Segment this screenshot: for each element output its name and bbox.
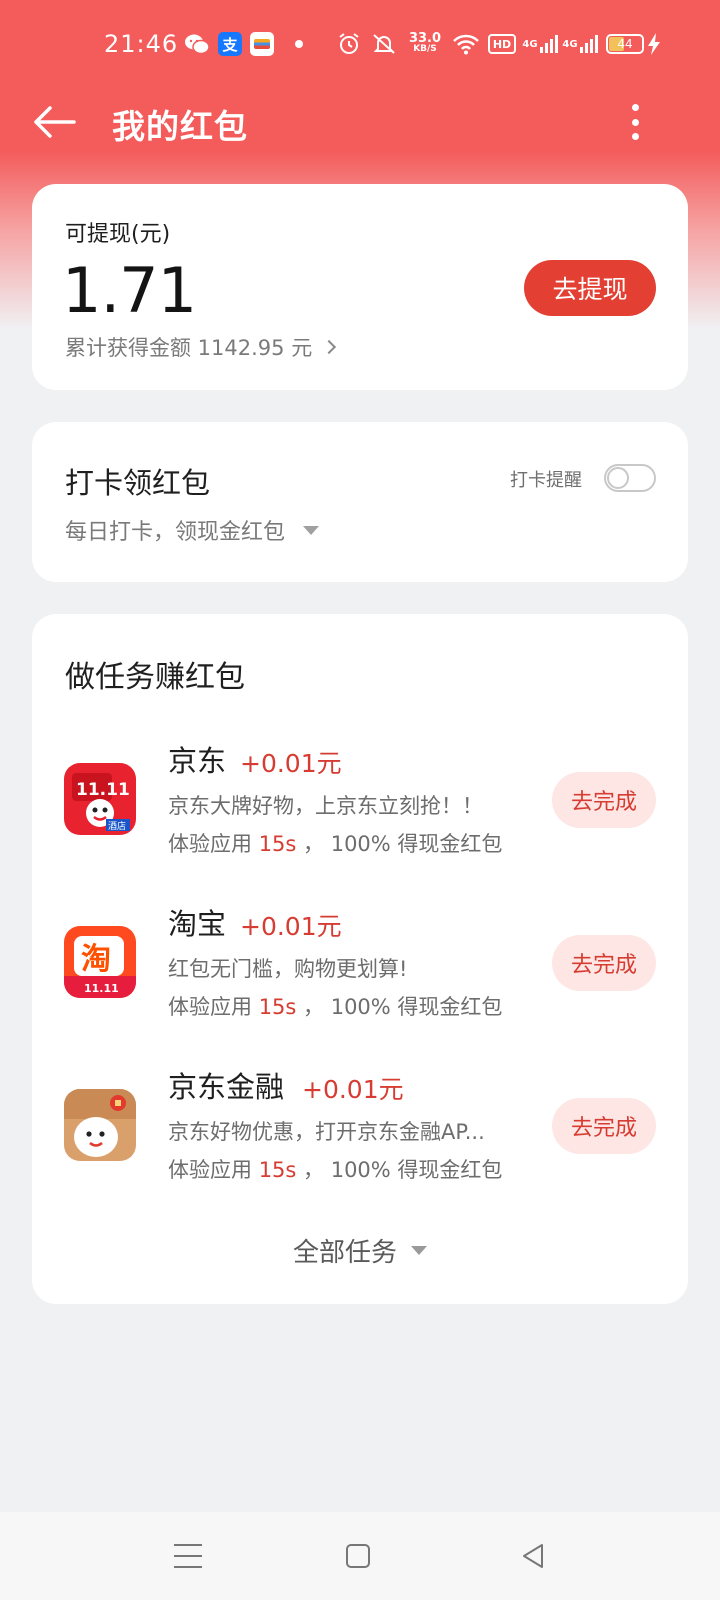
page-title: 我的红包 — [112, 107, 248, 146]
back-triangle-icon[interactable] — [518, 1540, 550, 1572]
task-meta: 体验应用 15s ， 100% 得现金红包 — [168, 991, 502, 1021]
task-reward: +0.01元 — [302, 1075, 404, 1104]
home-icon[interactable] — [346, 1544, 370, 1568]
jd-icon-badge: 酒店 — [108, 820, 126, 832]
withdraw-button[interactable]: 去提现 — [524, 260, 656, 316]
menu-icon[interactable] — [172, 1540, 204, 1572]
task-description: 京东大牌好物，上京东立刻抢！！ — [168, 794, 483, 818]
task-meta-prefix: 体验应用 — [168, 995, 259, 1019]
task-meta-prefix: 体验应用 — [168, 1158, 259, 1182]
total-earned-label: 累计获得金额 1142.95 元 — [65, 336, 313, 360]
taobao-icon-text: 淘 — [81, 942, 111, 977]
toggle-knob — [607, 467, 629, 489]
complete-task-button[interactable]: 去完成 — [552, 935, 656, 991]
total-earned-link[interactable]: 累计获得金额 1142.95 元 — [65, 332, 337, 362]
wallet-icon — [250, 32, 274, 56]
task-name: 淘宝 — [168, 907, 227, 941]
checkin-expand[interactable]: 每日打卡，领现金红包 — [65, 514, 320, 546]
mute-icon — [370, 32, 398, 56]
wifi-icon — [452, 32, 480, 56]
task-meta-suffix: ， 100% 得现金红包 — [296, 1158, 503, 1182]
caret-down-icon — [411, 1246, 427, 1255]
task-duration: 15s — [258, 1158, 297, 1182]
charging-icon — [646, 32, 662, 56]
arrow-left-icon[interactable] — [30, 100, 80, 144]
alarm-icon — [336, 32, 362, 56]
task-item: 京东金融 +0.01元 京东好物优惠，打开京东金融AP... 体验应用 15s … — [32, 1054, 688, 1194]
complete-task-button[interactable]: 去完成 — [552, 1098, 656, 1154]
more-vertical-icon[interactable] — [620, 98, 650, 146]
wechat-icon — [184, 32, 210, 56]
taobao-icon-badge: 11.11 — [84, 982, 119, 995]
task-name: 京东金融 — [168, 1070, 285, 1104]
sim1-label: 4G — [522, 38, 538, 50]
caret-down-icon — [303, 525, 320, 535]
task-name: 京东 — [168, 744, 227, 778]
remind-label: 打卡提醒 — [510, 470, 582, 491]
task-item: 淘 11.11 淘宝 +0.01元 红包无门槛，购物更划算! 体验应用 15s … — [32, 891, 688, 1031]
tasks-card: 做任务赚红包 11.11 酒店 京东 +0.01元 京东大牌好物，上京东立刻抢！… — [32, 614, 688, 1304]
taobao-app-icon: 淘 11.11 — [64, 926, 136, 998]
hd-icon: HD — [488, 34, 516, 54]
balance-card: 可提现(元) 1.71 累计获得金额 1142.95 元 去提现 — [32, 184, 688, 390]
task-reward: +0.01元 — [240, 749, 342, 778]
all-tasks-button[interactable]: 全部任务 — [32, 1232, 688, 1269]
net-speed-value: 33.0 — [408, 31, 442, 46]
net-speed-unit: KB/S — [413, 44, 437, 54]
checkin-card: 打卡领红包 每日打卡，领现金红包 打卡提醒 — [32, 422, 688, 582]
task-duration: 15s — [258, 832, 297, 856]
task-item: 11.11 酒店 京东 +0.01元 京东大牌好物，上京东立刻抢！！ 体验应用 … — [32, 728, 688, 868]
signal-icon: 4G — [522, 32, 558, 56]
task-meta-suffix: ， 100% 得现金红包 — [296, 995, 503, 1019]
task-meta: 体验应用 15s ， 100% 得现金红包 — [168, 828, 502, 858]
app-header: 我的红包 — [0, 90, 720, 154]
all-tasks-label: 全部任务 — [292, 1238, 397, 1268]
task-description: 红包无门槛，购物更划算! — [168, 957, 408, 981]
tasks-title: 做任务赚红包 — [65, 660, 245, 695]
sim2-label: 4G — [562, 38, 578, 50]
complete-task-button[interactable]: 去完成 — [552, 772, 656, 828]
checkin-title: 打卡领红包 — [65, 466, 211, 500]
net-speed: 33.0 KB/S — [408, 32, 442, 56]
status-time: 21:46 — [104, 30, 179, 58]
chevron-right-icon — [322, 339, 337, 355]
balance-amount: 1.71 — [62, 254, 197, 327]
signal-icon: 4G — [562, 32, 598, 56]
task-duration: 15s — [258, 995, 297, 1019]
task-meta: 体验应用 15s ， 100% 得现金红包 — [168, 1154, 502, 1184]
dot-icon — [294, 32, 304, 56]
jd-icon-text: 11.11 — [76, 780, 130, 800]
task-description: 京东好物优惠，打开京东金融AP... — [168, 1120, 485, 1144]
alipay-icon: 支 — [218, 32, 242, 56]
jd-app-icon: 11.11 酒店 — [64, 763, 136, 835]
battery-level: 44 — [617, 37, 633, 51]
jd-finance-app-icon — [64, 1089, 136, 1161]
task-meta-suffix: ， 100% 得现金红包 — [296, 832, 503, 856]
status-bar: 21:46 支 33.0 KB/S HD 4G 4G 44 — [0, 0, 720, 90]
task-meta-prefix: 体验应用 — [168, 832, 259, 856]
system-nav-bar — [0, 1512, 720, 1600]
battery-icon: 44 — [606, 34, 644, 54]
checkin-subtitle: 每日打卡，领现金红包 — [65, 520, 286, 545]
balance-label: 可提现(元) — [65, 222, 171, 247]
task-reward: +0.01元 — [240, 912, 342, 941]
remind-toggle[interactable] — [604, 464, 656, 492]
